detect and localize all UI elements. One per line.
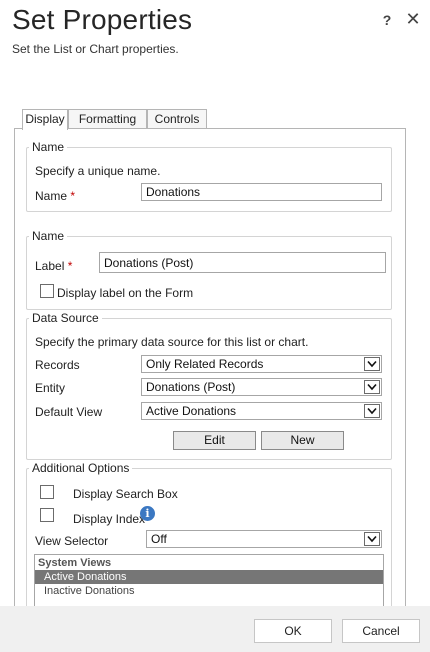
list-item[interactable]: Active Donations [35, 570, 383, 584]
new-view-button[interactable]: New [261, 431, 344, 450]
entity-select[interactable]: Donations (Post) [141, 378, 382, 396]
records-select[interactable]: Only Related Records [141, 355, 382, 373]
default-view-select[interactable]: Active Donations [141, 402, 382, 420]
data-source-legend: Data Source [32, 311, 99, 325]
display-search-box-label: Display Search Box [73, 487, 178, 501]
tab-formatting[interactable]: Formatting [68, 109, 147, 129]
required-marker: * [67, 259, 73, 273]
name-field-label: Name * [35, 189, 75, 203]
view-selector-label: View Selector [35, 534, 109, 548]
label-section-legend: Name [32, 229, 65, 243]
records-select-value: Only Related Records [146, 357, 264, 371]
data-source-hint: Specify the primary data source for this… [35, 335, 309, 349]
display-index-checkbox[interactable] [40, 508, 54, 522]
help-icon[interactable]: ? [378, 12, 396, 30]
ok-button[interactable]: OK [254, 619, 332, 643]
display-label-checkbox[interactable] [40, 284, 54, 298]
chevron-down-icon [364, 404, 380, 418]
dialog-subtitle: Set the List or Chart properties. [12, 42, 179, 56]
default-view-label: Default View [35, 405, 103, 419]
cancel-button[interactable]: Cancel [342, 619, 420, 643]
chevron-down-icon [364, 357, 380, 371]
entity-select-value: Donations (Post) [146, 380, 236, 394]
tab-controls[interactable]: Controls [147, 109, 207, 129]
dialog-title: Set Properties [12, 4, 193, 35]
entity-label: Entity [35, 381, 66, 395]
records-label: Records [35, 358, 80, 372]
display-index-label: Display Index [73, 512, 146, 526]
display-label-text: Display label on the Form [57, 286, 194, 300]
edit-view-button[interactable]: Edit [173, 431, 256, 450]
display-search-box-checkbox[interactable] [40, 485, 54, 499]
chevron-down-icon [364, 532, 380, 546]
name-hint: Specify a unique name. [35, 164, 161, 178]
view-selector-select[interactable]: Off [146, 530, 382, 548]
name-section-legend: Name [32, 140, 65, 154]
additional-options-legend: Additional Options [32, 461, 130, 475]
label-label-text: Label [35, 259, 65, 273]
view-selector-value: Off [151, 532, 167, 546]
label-input[interactable] [99, 252, 386, 273]
name-label-text: Name [35, 189, 68, 203]
chevron-down-icon [364, 380, 380, 394]
list-item[interactable]: Inactive Donations [35, 584, 383, 598]
label-field-label: Label * [35, 259, 72, 273]
default-view-select-value: Active Donations [146, 404, 237, 418]
name-input[interactable] [141, 183, 382, 201]
required-marker: * [70, 189, 76, 203]
info-icon[interactable]: i [140, 506, 155, 521]
system-views-header: System Views [38, 557, 112, 569]
close-icon[interactable]: ✕ [404, 10, 422, 28]
tab-display[interactable]: Display [22, 109, 68, 130]
system-views-list[interactable]: System Views Active Donations Inactive D… [34, 554, 384, 608]
